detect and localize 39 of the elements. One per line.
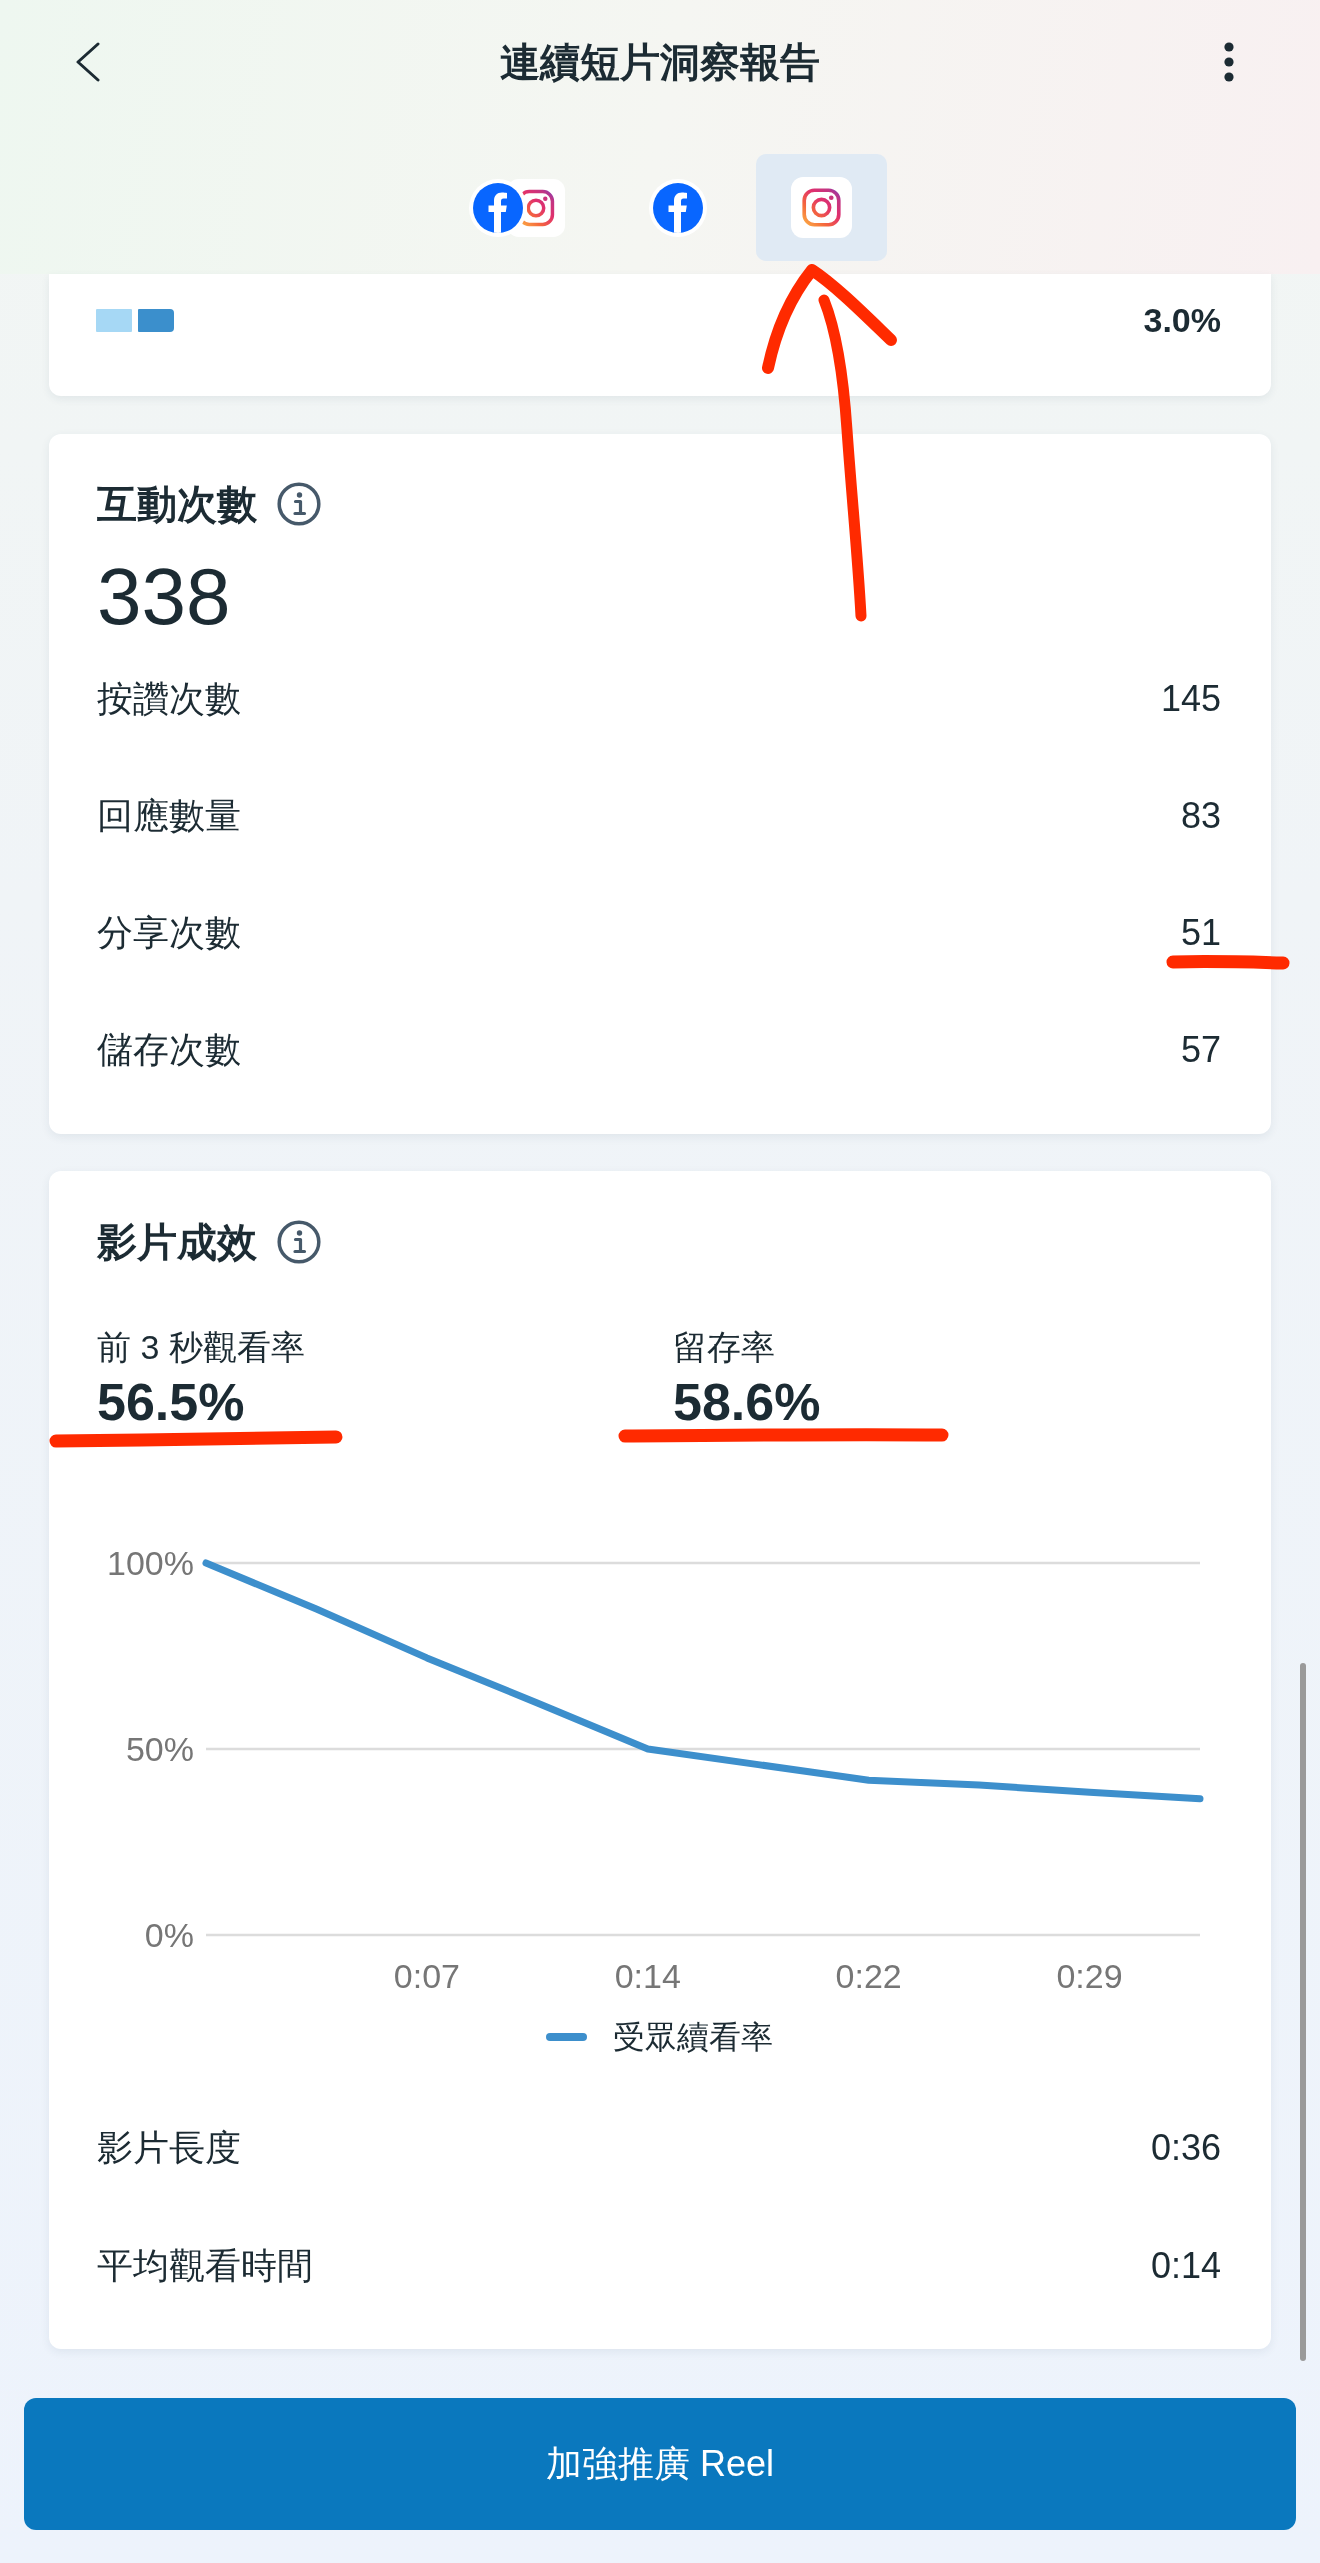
card-title: 影片成效 [97, 1220, 257, 1264]
metric-value: 0:14 [1150, 2244, 1221, 2288]
facebook-instagram-icon [468, 178, 565, 237]
page-title: 連續短片洞察報告 [500, 39, 820, 86]
card-title: 互動次數 [97, 482, 257, 526]
x-axis-label: 0:14 [614, 1957, 681, 1995]
metric-value: 51 [1180, 910, 1221, 955]
instagram-icon [790, 177, 852, 238]
y-axis-label: 100% [107, 1544, 194, 1582]
metric-value: 57 [1180, 1027, 1221, 1072]
metric-label: 按讚次數 [97, 676, 241, 721]
platform-tab[interactable] [755, 154, 887, 261]
metric-label: 儲存次數 [97, 1027, 241, 1072]
x-axis-label: 0:07 [393, 1957, 460, 1995]
metric-label: 平均觀看時間 [97, 2244, 313, 2288]
info-icon[interactable] [277, 482, 321, 526]
metric-value: 83 [1180, 793, 1221, 838]
y-axis-label: 50% [125, 1730, 194, 1768]
legend-label: 受眾續看率 [612, 2018, 773, 2057]
legend-line-icon [545, 2033, 587, 2041]
rate-value: 56.5% [97, 1374, 245, 1430]
rate-label: 留存率 [673, 1327, 775, 1367]
more-icon [1224, 42, 1234, 82]
total-count: 338 [97, 557, 231, 637]
rate-label: 前 3 秒觀看率 [97, 1327, 305, 1367]
metric-label: 分享次數 [97, 910, 241, 955]
rate-value: 58.6% [673, 1374, 821, 1430]
y-axis-label: 0% [144, 1916, 194, 1954]
metric-label: 回應數量 [97, 793, 241, 838]
facebook-icon [648, 178, 707, 237]
metric-label: 影片長度 [97, 2126, 241, 2170]
percentage-value: 3.0% [1143, 300, 1221, 340]
x-axis-label: 0:29 [1056, 1957, 1123, 1995]
metric-value: 145 [1160, 676, 1221, 721]
back-icon [75, 42, 101, 82]
metric-value: 0:36 [1150, 2126, 1221, 2170]
boost-button[interactable]: 加強推廣 Reel [24, 2398, 1296, 2530]
info-icon[interactable] [277, 1220, 321, 1264]
x-axis-label: 0:22 [835, 1957, 902, 1995]
